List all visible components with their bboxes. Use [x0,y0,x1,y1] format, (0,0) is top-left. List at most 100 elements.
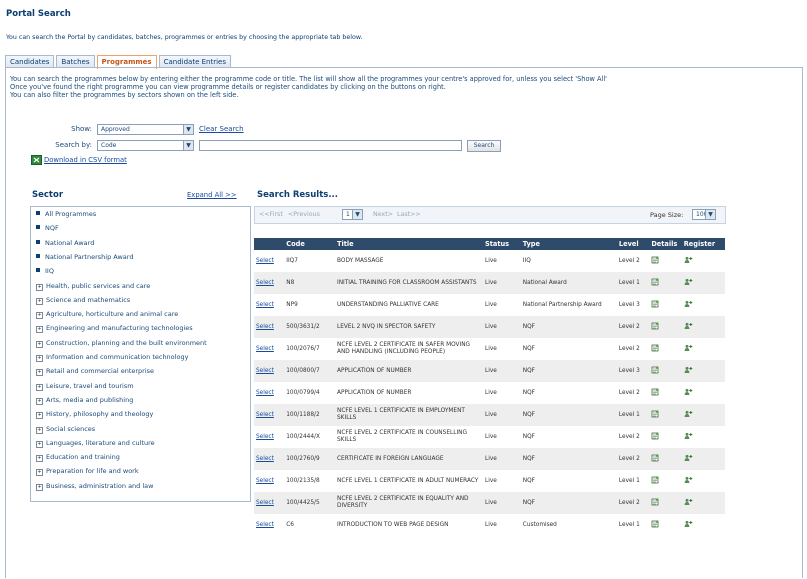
select-link[interactable]: Select [256,500,274,506]
select-link[interactable]: Select [256,280,274,286]
select-link[interactable]: Select [256,324,274,330]
expand-plus-icon[interactable]: + [36,326,43,334]
details-icon[interactable] [651,498,659,506]
pager-last[interactable]: Last>> [397,211,421,218]
details-icon[interactable] [651,520,659,528]
register-cell [682,382,725,404]
table-row: Select 100/2135/8 NCFE LEVEL 1 CERTIFICATE… [254,470,725,492]
page-size-select[interactable]: 100 ▼ [692,209,716,220]
register-candidate-icon[interactable] [684,388,693,396]
expand-plus-icon[interactable]: + [36,469,43,477]
expand-plus-icon[interactable]: + [36,426,43,434]
select-link[interactable]: Select [256,412,274,418]
select-link[interactable]: Select [256,434,274,440]
expand-plus-icon[interactable]: + [36,440,43,448]
sector-item[interactable]: + Construction, planning and the built en… [36,339,207,348]
expand-plus-icon[interactable]: + [36,312,43,320]
sector-item[interactable]: National Partnership Award [36,253,133,261]
register-candidate-icon[interactable] [684,322,693,330]
status-cell: Live [482,404,521,426]
sector-item[interactable]: + Social sciences [36,425,95,434]
select-link[interactable]: Select [256,522,274,528]
expand-plus-icon[interactable]: + [36,397,43,405]
expand-plus-icon[interactable]: + [36,283,43,291]
status-cell: Live [484,345,497,352]
page-select[interactable]: 1 ▼ [342,209,363,220]
register-candidate-icon[interactable] [684,278,693,286]
code-cell: 100/2135/8 [286,477,320,484]
expand-plus-icon[interactable]: + [36,369,43,377]
details-icon[interactable] [651,454,659,462]
expand-plus-icon[interactable]: + [36,483,43,491]
details-cell [649,272,682,294]
sector-item[interactable]: + Business, administration and law [36,482,153,491]
select-link[interactable]: Select [256,258,274,264]
search-button[interactable]: Search [467,140,501,152]
download-csv-link[interactable]: Download in CSV format [44,156,127,164]
register-candidate-icon[interactable] [684,256,693,264]
sector-item[interactable]: + Science and mathematics [36,296,130,305]
search-input[interactable] [199,140,462,151]
details-icon[interactable] [651,476,659,484]
sector-item[interactable]: + Education and training [36,453,120,463]
details-cell [649,382,681,404]
select-link[interactable]: Select [256,346,274,352]
sector-item[interactable]: National Award [36,239,94,247]
select-link[interactable]: Select [256,302,274,308]
details-icon[interactable] [651,278,659,286]
sector-item[interactable]: + Arts, media and publishing [36,396,133,405]
register-candidate-icon[interactable] [684,410,693,418]
show-select[interactable]: Approved ▼ [97,124,194,135]
expand-plus-icon[interactable]: + [36,455,43,463]
details-icon[interactable] [651,410,659,418]
select-link[interactable]: Select [256,390,274,396]
expand-plus-icon[interactable]: + [36,355,43,362]
details-icon[interactable] [651,322,659,330]
details-icon[interactable] [651,256,659,264]
register-candidate-icon[interactable] [684,498,693,506]
register-candidate-icon[interactable] [684,344,693,352]
sector-item[interactable]: All Programmes [36,210,96,218]
sector-item[interactable]: + Engineering and manufacturing technolog… [36,324,193,334]
search-by-select[interactable]: Code ▼ [97,140,194,151]
sector-item[interactable]: + Health, public services and care [36,282,150,291]
register-candidate-icon[interactable] [684,520,693,528]
sector-item[interactable]: IIQ [36,267,54,275]
details-icon[interactable] [651,344,659,352]
register-candidate-icon[interactable] [684,454,693,462]
register-candidate-icon[interactable] [684,432,693,440]
sector-item[interactable]: + Retail and commercial enterprise [36,367,154,377]
register-candidate-icon[interactable] [684,300,693,308]
clear-search-link[interactable]: Clear Search [199,125,244,133]
expand-plus-icon[interactable]: + [36,297,43,305]
expand-plus-icon[interactable]: + [36,340,43,348]
select-link[interactable]: Select [256,478,274,484]
details-icon[interactable] [651,388,659,396]
pager-first[interactable]: <<First [259,211,283,218]
sector-item[interactable]: + Preparation for life and work [36,467,139,477]
sector-item[interactable]: NQF [36,224,59,232]
sector-item[interactable]: + History, philosophy and theology [36,410,153,420]
select-link[interactable]: Select [256,456,274,462]
sector-item[interactable]: + Agriculture, horticulture and animal ca… [36,310,178,320]
details-icon[interactable] [651,366,659,374]
type-cell: NQF [520,360,617,382]
pager-next[interactable]: Next> [373,211,393,218]
details-icon[interactable] [651,432,659,440]
expand-all-link[interactable]: Expand All >> [187,191,237,199]
expand-plus-icon[interactable]: + [36,383,43,391]
title-cell: NCFE LEVEL 2 CERTIFICATE IN COUNSELLING … [337,430,467,443]
code-cell: N8 [284,272,335,294]
expand-plus-icon[interactable]: + [36,412,43,420]
pager-previous[interactable]: <Previous [288,211,320,218]
sector-item[interactable]: + Languages, literature and culture [36,439,155,448]
column-header: Level [616,238,650,250]
register-candidate-icon[interactable] [684,476,693,484]
table-row: Select 100/2760/9 CERTIFICATE IN FOREIGN L… [254,448,725,470]
register-candidate-icon[interactable] [684,366,693,374]
sector-item[interactable]: + Leisure, travel and tourism [36,382,134,391]
sector-item[interactable]: + Information and communication technolog… [36,353,188,362]
title-cell: CERTIFICATE IN FOREIGN LANGUAGE [335,448,483,470]
details-icon[interactable] [651,300,659,308]
select-link[interactable]: Select [256,368,274,374]
